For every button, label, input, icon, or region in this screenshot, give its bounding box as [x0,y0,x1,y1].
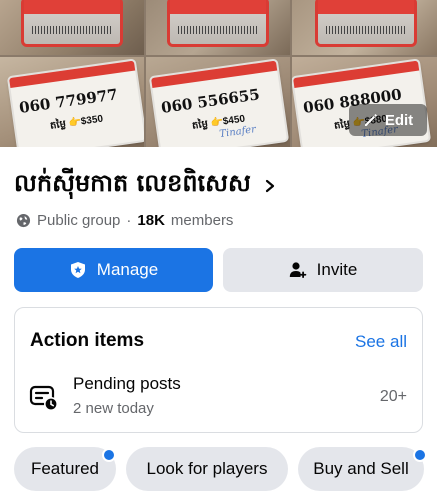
members-label: members [170,212,234,229]
edit-cover-button[interactable]: Edit [349,104,427,136]
cover-tile: 060 779977 តម្លៃ 👉$350 [0,57,144,147]
sim-card-image: 060 556655 តម្លៃ 👉$450 Tinafer [151,60,287,147]
sim-number: 060 779977 [18,85,119,117]
cover-tile [0,0,144,55]
sim-price: តម្លៃ 👉$350 [49,113,104,132]
tab-featured[interactable]: Featured [14,447,116,491]
pending-posts-subtitle: 2 new today [73,400,154,417]
sim-card-image [24,0,120,44]
invite-button[interactable]: Invite [223,248,423,292]
sim-number: 060 556655 [160,85,261,117]
pending-posts-row[interactable]: Pending posts 2 new today 20+ [15,366,422,426]
action-items-title: Action items [30,330,145,351]
shield-star-icon [70,262,85,278]
pending-posts-icon [29,385,58,411]
pending-posts-count: 20+ [379,388,407,405]
tab-buy-and-sell[interactable]: Buy and Sell [298,447,424,491]
tab-look-for-players[interactable]: Look for players [126,447,288,491]
manage-label: Manage [96,260,159,279]
group-name: លក់ស៊ីមកាត លេខពិសេស [14,169,251,197]
invite-label: Invite [316,260,358,279]
meta-separator: · [126,212,132,229]
cover-tile [292,0,437,55]
globe-icon [16,213,31,228]
cover-tile [146,0,290,55]
privacy-label: Public group [37,212,121,229]
add-person-icon [289,262,306,278]
manage-button[interactable]: Manage [14,248,213,292]
edit-label: Edit [384,111,414,129]
pending-posts-title: Pending posts [73,374,181,393]
group-meta: Public group · 18K members [16,212,233,229]
group-name-link[interactable]: លក់ស៊ីមកាត លេខពិសេស [14,168,277,203]
cover-tile: 060 556655 តម្លៃ 👉$450 Tinafer [146,57,290,147]
notification-dot [413,448,427,462]
sim-card-image [318,0,414,44]
chevron-right-icon [265,179,274,192]
notification-dot [102,448,116,462]
action-items-card: Action items See all Pending posts 2 new… [14,307,423,433]
see-all-link[interactable]: See all [355,332,407,352]
sim-card-image: 060 779977 តម្លៃ 👉$350 [9,60,144,147]
members-count: 18K [137,212,165,229]
pencil-icon [364,114,377,126]
sim-card-image [170,0,266,44]
